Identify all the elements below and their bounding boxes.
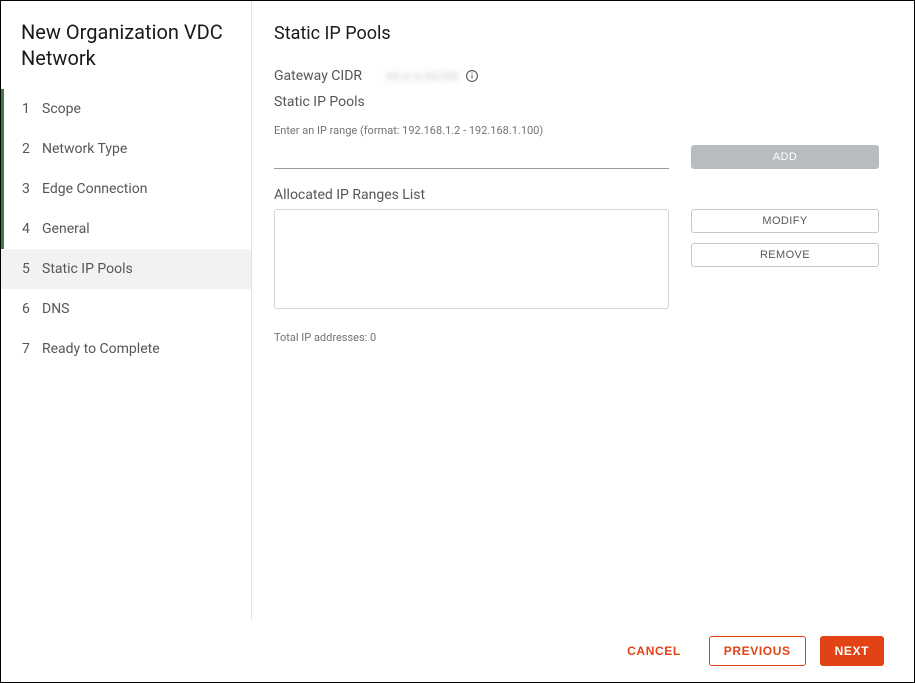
step-number: 7 bbox=[22, 341, 42, 357]
step-general[interactable]: 4 General bbox=[1, 209, 251, 249]
step-scope[interactable]: 1 Scope bbox=[1, 89, 251, 129]
static-ip-pools-subheading: Static IP Pools bbox=[274, 94, 879, 110]
step-label: Edge Connection bbox=[42, 181, 148, 197]
step-label: Ready to Complete bbox=[42, 341, 160, 357]
step-label: Network Type bbox=[42, 141, 127, 157]
step-label: General bbox=[42, 221, 90, 237]
step-number: 2 bbox=[22, 141, 42, 157]
cancel-button[interactable]: CANCEL bbox=[613, 636, 695, 666]
total-ip-addresses: Total IP addresses: 0 bbox=[274, 331, 879, 344]
step-network-type[interactable]: 2 Network Type bbox=[1, 129, 251, 169]
step-number: 5 bbox=[22, 261, 42, 277]
add-button[interactable]: ADD bbox=[691, 145, 879, 169]
allocated-ranges-row: Allocated IP Ranges List MODIFY REMOVE bbox=[274, 187, 879, 309]
step-number: 1 bbox=[22, 101, 42, 117]
step-static-ip-pools[interactable]: 5 Static IP Pools bbox=[1, 249, 251, 289]
allocated-ranges-list[interactable] bbox=[274, 209, 669, 309]
wizard-content: Static IP Pools Gateway CIDR xx.x.x.xx/x… bbox=[252, 1, 914, 620]
modify-button[interactable]: MODIFY bbox=[691, 209, 879, 233]
gateway-cidr-row: Gateway CIDR xx.x.x.xx/xx bbox=[274, 68, 879, 84]
step-number: 3 bbox=[22, 181, 42, 197]
gateway-cidr-value: xx.x.x.xx/xx bbox=[386, 68, 458, 84]
step-edge-connection[interactable]: 3 Edge Connection bbox=[1, 169, 251, 209]
wizard-steps: 1 Scope 2 Network Type 3 Edge Connection… bbox=[1, 89, 251, 369]
add-button-col: ADD bbox=[691, 145, 879, 169]
wizard-body: New Organization VDC Network 1 Scope 2 N… bbox=[1, 1, 914, 620]
wizard-dialog: New Organization VDC Network 1 Scope 2 N… bbox=[0, 0, 915, 683]
step-label: Static IP Pools bbox=[42, 261, 133, 277]
step-number: 4 bbox=[22, 221, 42, 237]
wizard-title: New Organization VDC Network bbox=[1, 19, 251, 89]
allocated-ranges-label: Allocated IP Ranges List bbox=[274, 187, 669, 203]
wizard-footer: CANCEL PREVIOUS NEXT bbox=[1, 620, 914, 682]
ip-range-hint: Enter an IP range (format: 192.168.1.2 -… bbox=[274, 124, 879, 137]
next-button[interactable]: NEXT bbox=[820, 636, 884, 666]
step-number: 6 bbox=[22, 301, 42, 317]
remove-button[interactable]: REMOVE bbox=[691, 243, 879, 267]
ip-range-row: ADD bbox=[274, 143, 879, 169]
step-label: DNS bbox=[42, 301, 70, 317]
ip-range-input[interactable] bbox=[274, 143, 669, 169]
step-label: Scope bbox=[42, 101, 81, 117]
info-icon[interactable] bbox=[464, 68, 480, 84]
step-ready-to-complete[interactable]: 7 Ready to Complete bbox=[1, 329, 251, 369]
page-title: Static IP Pools bbox=[274, 23, 879, 44]
gateway-cidr-label: Gateway CIDR bbox=[274, 68, 362, 84]
allocated-ranges-col: Allocated IP Ranges List bbox=[274, 187, 669, 309]
previous-button[interactable]: PREVIOUS bbox=[709, 636, 806, 666]
step-dns[interactable]: 6 DNS bbox=[1, 289, 251, 329]
list-actions-col: MODIFY REMOVE bbox=[691, 209, 879, 267]
wizard-sidebar: New Organization VDC Network 1 Scope 2 N… bbox=[1, 1, 252, 620]
